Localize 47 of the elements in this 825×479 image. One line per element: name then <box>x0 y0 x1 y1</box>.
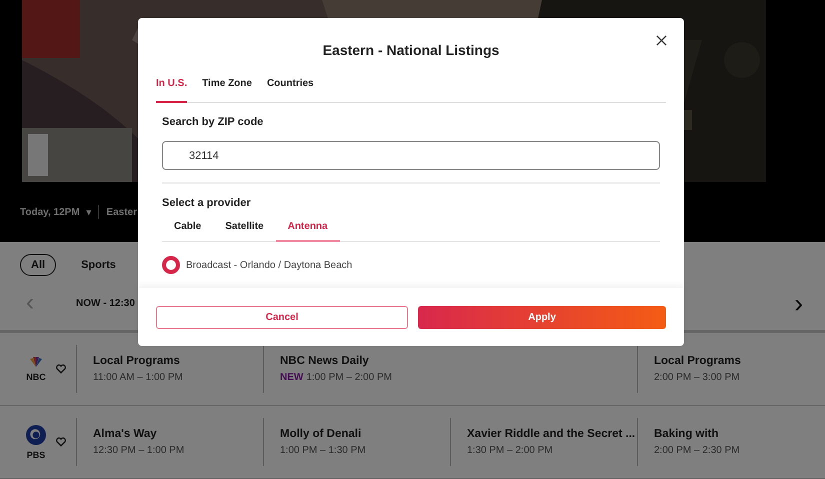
program-time: 2:00 PM – 3:00 PM <box>654 372 740 383</box>
filter-chip[interactable]: Sports <box>70 254 127 276</box>
program-time: 12:30 PM – 1:00 PM <box>93 445 184 456</box>
tab[interactable]: Countries <box>266 78 314 103</box>
provider-tab[interactable]: Cable <box>162 221 214 242</box>
provider-tab[interactable]: Antenna <box>276 221 340 242</box>
peacock-icon <box>28 356 44 366</box>
program-title[interactable]: Xavier Riddle and the Secret ... <box>467 428 637 440</box>
program-title[interactable]: NBC News Daily <box>280 355 637 367</box>
program-time: 2:00 PM – 2:30 PM <box>654 445 740 456</box>
pbs-logo-icon <box>26 424 46 444</box>
program-cell[interactable]: Alma's Way 12:30 PM – 1:00 PM <box>77 418 264 466</box>
program-time: 1:30 PM – 2:00 PM <box>467 445 553 456</box>
filter-chip[interactable]: All <box>20 254 56 276</box>
option-label[interactable]: Broadcast - Orlando / Daytona Beach <box>186 260 352 270</box>
section-label: Search by ZIP code <box>162 116 264 128</box>
provider-tab[interactable]: Satellite <box>213 221 276 242</box>
program-cell[interactable]: Local Programs 2:00 PM – 3:00 PM <box>638 345 825 393</box>
program-time: 1:00 PM – 1:30 PM <box>280 445 366 456</box>
cancel-button[interactable]: Cancel <box>156 306 408 329</box>
next-button[interactable]: › <box>794 288 803 318</box>
program-title[interactable]: Baking with <box>654 428 825 440</box>
new-label: NEW <box>280 372 304 383</box>
section-label: Select a provider <box>162 197 252 209</box>
program-title[interactable]: Local Programs <box>654 355 825 367</box>
program-title[interactable]: Local Programs <box>93 355 263 367</box>
close-icon[interactable] <box>656 35 667 46</box>
heart-icon[interactable] <box>56 437 66 447</box>
tab[interactable]: In U.S. <box>156 78 188 103</box>
apply-button[interactable]: Apply <box>418 306 666 329</box>
tab[interactable]: Time Zone <box>202 78 252 103</box>
date-selector[interactable]: Today, 12PM ▾ <box>20 206 92 218</box>
channel-name: PBS <box>26 450 46 460</box>
program-cell[interactable]: Baking with 2:00 PM – 2:30 PM <box>638 418 825 466</box>
region-selector[interactable]: Easter <box>106 206 137 218</box>
channel-name: NBC <box>26 372 46 382</box>
program-title[interactable]: Alma's Way <box>93 428 263 440</box>
time-slot: NOW - 12:30 <box>76 298 794 308</box>
radio-button[interactable] <box>162 256 180 274</box>
program-cell[interactable]: Molly of Denali 1:00 PM – 1:30 PM <box>264 418 451 466</box>
program-title[interactable]: Molly of Denali <box>280 428 450 440</box>
program-cell[interactable]: Xavier Riddle and the Secret ... 1:30 PM – 2:00 PM <box>451 418 638 466</box>
program-time: 1:00 PM – 2:00 PM <box>306 372 392 383</box>
heart-icon[interactable] <box>56 364 66 374</box>
zip-input-field[interactable]: 32114 <box>162 141 660 170</box>
dialog-title: Eastern - National Listings <box>322 41 500 58</box>
program-time: 11:00 AM – 1:00 PM <box>93 372 183 383</box>
